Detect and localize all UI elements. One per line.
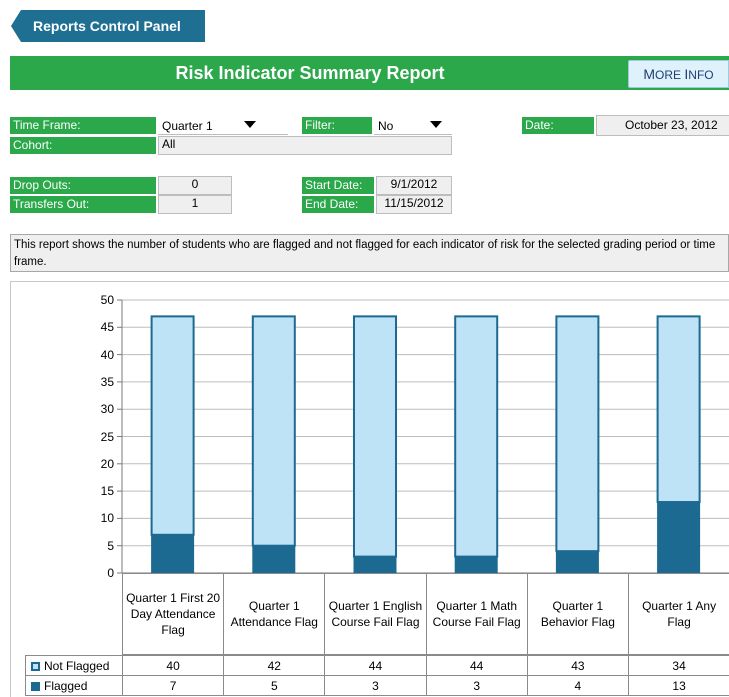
bar-not-flagged <box>353 315 397 558</box>
category-label: Quarter 1 First 20 Day Attendance Flag <box>122 573 225 655</box>
flagged-value: 5 <box>223 675 326 696</box>
not-flagged-value: 44 <box>324 655 427 676</box>
flagged-value: 3 <box>425 675 528 696</box>
y-axis-tick-label: 10 <box>100 511 114 526</box>
not-flagged-value: 34 <box>628 655 729 676</box>
bar-flagged <box>151 534 195 574</box>
bar-flagged <box>454 556 498 574</box>
legend-not-flagged: Not Flagged <box>25 655 123 676</box>
y-axis-tick-label: 15 <box>100 484 114 499</box>
bar-not-flagged <box>150 315 195 536</box>
y-axis-tick-label: 20 <box>100 456 114 471</box>
not-flagged-value: 44 <box>425 655 528 676</box>
flagged-value: 13 <box>628 675 729 696</box>
legend-label: Flagged <box>44 679 88 693</box>
flagged-value: 3 <box>324 675 427 696</box>
y-axis-tick-label: 35 <box>100 374 114 389</box>
bar-flagged <box>353 556 397 574</box>
bar-flagged <box>555 550 599 574</box>
category-label: Quarter 1 Any Flag <box>628 573 729 655</box>
category-label: Quarter 1 Behavior Flag <box>526 573 629 655</box>
legend-label: Not Flagged <box>44 659 110 673</box>
y-axis-tick-label: 0 <box>107 566 114 580</box>
not-flagged-value: 40 <box>122 655 225 676</box>
bar-not-flagged <box>251 315 296 547</box>
y-axis-tick-label: 25 <box>100 429 114 444</box>
y-axis-tick-label: 45 <box>100 320 114 335</box>
flagged-swatch-icon <box>31 682 40 691</box>
bar-flagged <box>252 545 296 574</box>
legend-flagged: Flagged <box>25 675 123 696</box>
not-flagged-swatch-icon <box>31 662 40 671</box>
bar-flagged <box>657 501 701 574</box>
y-axis-tick-label: 50 <box>100 293 114 307</box>
y-axis-tick-label: 5 <box>107 538 114 553</box>
category-label: Quarter 1 Math Course Fail Flag <box>425 573 528 655</box>
y-axis-tick-label: 40 <box>100 347 114 362</box>
not-flagged-value: 42 <box>223 655 326 676</box>
category-label: Quarter 1 English Course Fail Flag <box>324 573 427 655</box>
y-axis-tick-label: 30 <box>100 402 114 417</box>
not-flagged-value: 43 <box>526 655 629 676</box>
bar-not-flagged <box>555 315 600 553</box>
bar-not-flagged <box>656 315 701 504</box>
bar-not-flagged <box>454 315 499 558</box>
flagged-value: 7 <box>122 675 225 696</box>
flagged-value: 4 <box>526 675 629 696</box>
category-label: Quarter 1 Attendance Flag <box>223 573 326 655</box>
